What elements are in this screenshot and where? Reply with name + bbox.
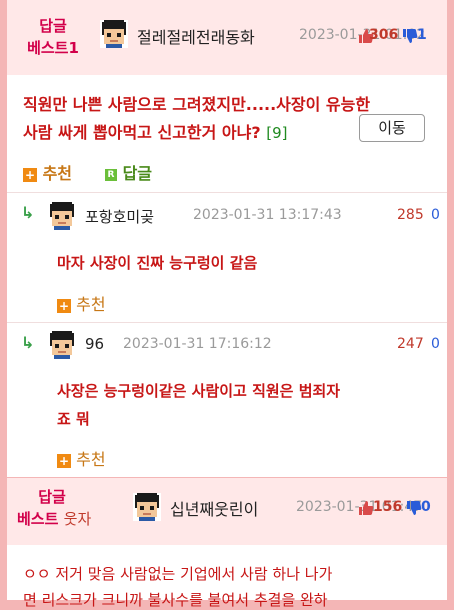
best-title-text[interactable]: 사람 싸게 뽑아먹고 신고한거 아냐? [23, 123, 261, 142]
recommend-label: 추천 [76, 295, 106, 314]
reply-arrow-icon: ↳ [21, 333, 35, 352]
reply-downvotes: 0 [431, 207, 440, 223]
second-downvotes: 0 [421, 499, 431, 515]
plus-icon: + [23, 167, 37, 182]
recommend-button[interactable]: + 추천 [57, 291, 106, 315]
thumbs-up-icon[interactable] [358, 500, 374, 516]
reply-content: 마자 사장이 진짜 능구렁이 같음 [57, 254, 258, 272]
reply-upvotes: 247 [397, 336, 424, 352]
plus-icon: + [57, 298, 71, 313]
divider [7, 192, 447, 193]
reply-date: 2023-01-31 17:16:12 [123, 336, 272, 352]
comment-count: [9] [266, 124, 288, 142]
recommend-label: 추천 [76, 450, 106, 469]
best-badge-line2: 베스트1 [27, 39, 79, 57]
reply-content-line1: 사장은 능구렁이같은 사람이고 직원은 범죄자 [57, 382, 341, 400]
best-upvotes: 306 [369, 27, 399, 43]
recommend-button[interactable]: + 추천 [57, 446, 106, 470]
second-badge-line1: 답글 [38, 488, 66, 506]
reply-content-line2: 죠 뭐 [57, 410, 90, 428]
best-badge-line1: 답글 [39, 17, 67, 35]
reply-nickname[interactable]: 96 [85, 335, 104, 353]
reply-button[interactable]: R 답글 [105, 160, 152, 184]
second-badge-text: 베스트 [17, 510, 59, 528]
second-best-badge: 답글 베스트 웃자 [17, 486, 91, 530]
move-button[interactable]: 이동 [359, 114, 425, 142]
reply-upvotes: 285 [397, 207, 424, 223]
reply-label: 답글 [122, 164, 153, 183]
recommend-button[interactable]: + 추천 [23, 160, 72, 184]
avatar-icon[interactable] [48, 202, 76, 230]
second-upvotes: 156 [373, 499, 403, 515]
thumbs-down-icon[interactable] [402, 28, 418, 44]
recommend-label: 추천 [42, 164, 73, 183]
second-nickname[interactable]: 십년째웃린이 [170, 496, 258, 520]
divider [7, 322, 447, 323]
reply-nickname[interactable]: 포항호미곶 [85, 206, 154, 227]
comment-panel: 답글 베스트1 절레절레전래동화 2023-01-31 01:02 306 1 … [7, 0, 447, 609]
avatar-icon[interactable] [100, 20, 128, 48]
second-content-line1[interactable]: ㅇㅇ 저거 맞음 사람없는 기업에서 사람 하나 나가 [23, 563, 332, 584]
reply-downvotes: 0 [431, 336, 440, 352]
avatar-icon[interactable] [48, 331, 76, 359]
reply-date: 2023-01-31 13:17:43 [193, 207, 342, 223]
best-title-line1[interactable]: 직원만 나쁜 사람으로 그려졌지만.....사장이 유능한 [23, 91, 370, 115]
avatar-icon[interactable] [133, 493, 161, 521]
reply-badge-icon: R [105, 168, 117, 181]
second-badge-line2: 베스트 웃자 [17, 508, 91, 530]
best-downvotes: 1 [417, 27, 427, 43]
plus-icon: + [57, 453, 71, 468]
best-badge: 답글 베스트1 [13, 15, 93, 59]
reply-arrow-icon: ↳ [21, 203, 35, 222]
second-badge-suffix: 웃자 [63, 510, 92, 528]
thumbs-down-icon[interactable] [406, 500, 422, 516]
best-title-line2[interactable]: 사람 싸게 뽑아먹고 신고한거 아냐? [9] [23, 119, 287, 143]
best-nickname[interactable]: 절레절레전래동화 [137, 24, 255, 48]
